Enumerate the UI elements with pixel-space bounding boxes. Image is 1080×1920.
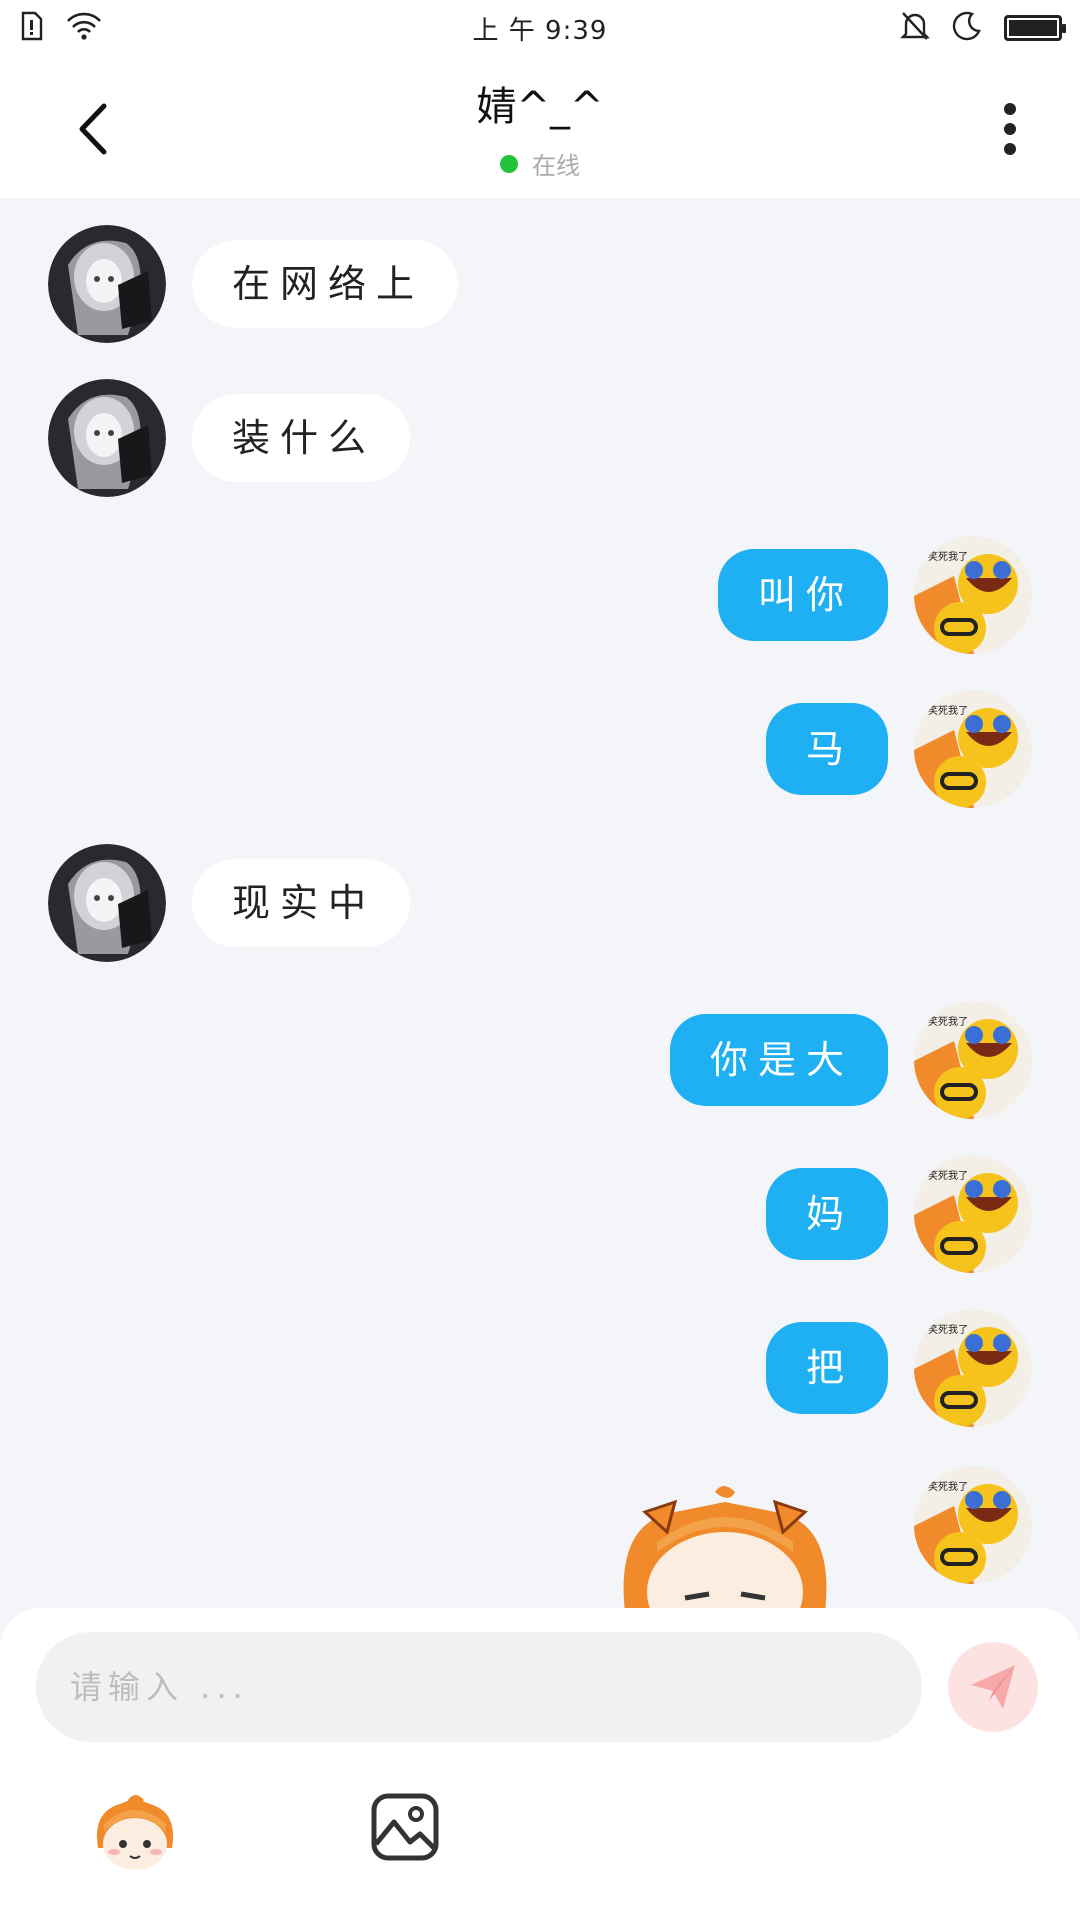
status-time: 上 午 9:39	[472, 15, 608, 46]
svg-text:笑死我了: 笑死我了	[928, 550, 968, 563]
contact-avatar[interactable]	[48, 844, 166, 962]
svg-text:笑死我了: 笑死我了	[928, 1015, 968, 1028]
message-bubble[interactable]: 马	[765, 703, 888, 795]
message-sent: 笑死我了 把	[765, 1309, 1032, 1427]
message-bubble[interactable]: 在网络上	[192, 240, 459, 328]
anime-girl-sticker[interactable]	[605, 1482, 845, 1608]
message-bubble[interactable]: 现实中	[192, 859, 411, 947]
emoji-button[interactable]	[90, 1792, 180, 1872]
message-received: 现实中	[48, 844, 411, 962]
user-avatar[interactable]: 笑死我了	[914, 536, 1032, 654]
svg-text:笑死我了: 笑死我了	[928, 704, 968, 717]
more-options-button[interactable]	[980, 92, 1040, 166]
more-vertical-icon	[1004, 103, 1016, 155]
contact-name: 婧^_^	[476, 84, 604, 130]
message-list[interactable]: 在网络上 装什么 笑死我了 叫你 笑死我了 马 现实中 笑死我了 你是大 笑死我…	[0, 198, 1080, 1608]
message-received: 在网络上	[48, 225, 459, 343]
message-sent: 笑死我了 叫你	[717, 536, 1032, 654]
message-sent: 笑死我了 马	[765, 690, 1032, 808]
message-sent: 笑死我了	[914, 1466, 1032, 1584]
message-bubble[interactable]: 你是大	[669, 1014, 888, 1106]
user-avatar[interactable]: 笑死我了	[914, 690, 1032, 808]
user-avatar[interactable]: 笑死我了	[914, 1309, 1032, 1427]
online-status-text: 在线	[532, 152, 580, 180]
message-sent: 笑死我了 妈	[765, 1155, 1032, 1273]
svg-text:笑死我了: 笑死我了	[928, 1323, 968, 1336]
paper-plane-icon	[971, 1665, 1015, 1709]
composer-panel	[0, 1608, 1080, 1920]
send-button[interactable]	[948, 1642, 1038, 1732]
image-button[interactable]	[370, 1792, 440, 1862]
message-bubble[interactable]: 妈	[765, 1168, 888, 1260]
message-bubble[interactable]: 把	[765, 1322, 888, 1414]
chat-screen: 上 午 9:39 婧^_^ 在线 在网络上 装什么 笑死我了 叫你 笑死我了 马…	[0, 0, 1080, 1920]
message-received: 装什么	[48, 379, 411, 497]
user-avatar[interactable]: 笑死我了	[914, 1466, 1032, 1584]
user-avatar[interactable]: 笑死我了	[914, 1001, 1032, 1119]
image-icon	[371, 1793, 439, 1861]
status-bar: 上 午 9:39	[0, 0, 1080, 56]
message-input[interactable]	[36, 1632, 922, 1742]
chat-header: 婧^_^ 在线	[0, 56, 1080, 198]
battery-icon	[1004, 15, 1066, 41]
emoji-icon	[96, 1795, 174, 1870]
message-sent: 笑死我了 你是大	[669, 1001, 1032, 1119]
svg-text:笑死我了: 笑死我了	[928, 1169, 968, 1182]
message-bubble[interactable]: 叫你	[717, 549, 888, 641]
user-avatar[interactable]: 笑死我了	[914, 1155, 1032, 1273]
contact-avatar[interactable]	[48, 225, 166, 343]
svg-text:笑死我了: 笑死我了	[928, 1480, 968, 1493]
contact-avatar[interactable]	[48, 379, 166, 497]
online-dot	[500, 154, 518, 173]
message-bubble[interactable]: 装什么	[192, 394, 411, 482]
online-status: 在线	[0, 146, 1080, 181]
